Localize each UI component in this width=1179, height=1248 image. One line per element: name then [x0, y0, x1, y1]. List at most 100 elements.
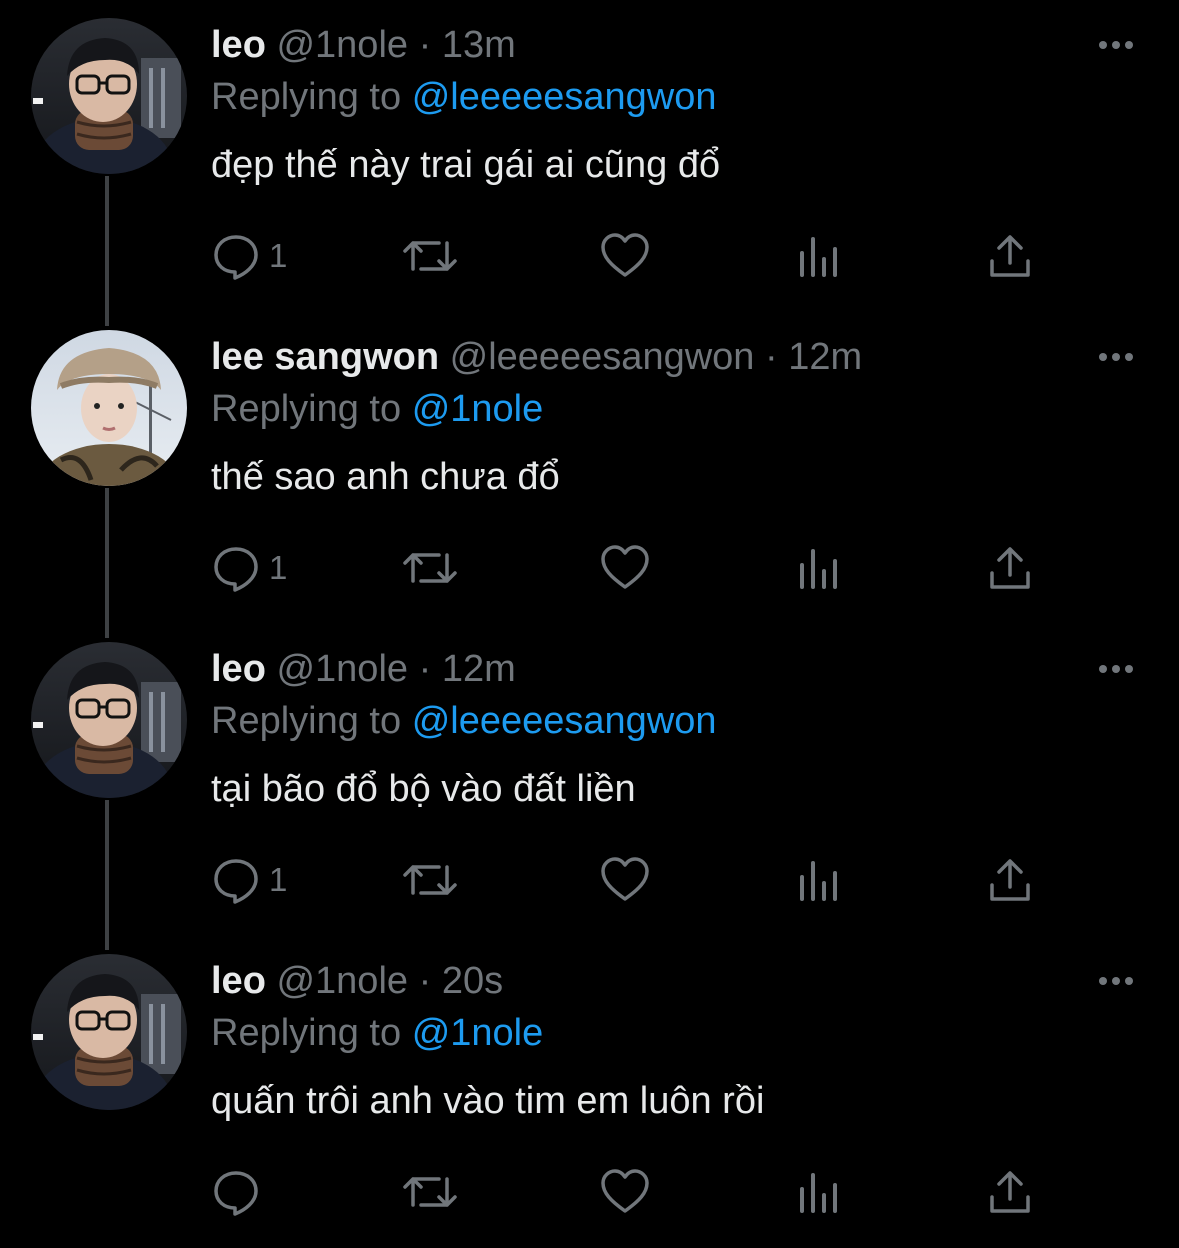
like-button[interactable]: [599, 852, 651, 908]
replying-to-label: Replying to: [211, 388, 402, 430]
more-options-button[interactable]: [1096, 966, 1136, 996]
replying-to-link[interactable]: @1nole: [412, 1012, 544, 1054]
separator-dot: ·: [418, 24, 432, 66]
retweet-icon: [403, 1177, 457, 1207]
more-horizontal-icon: [1099, 41, 1133, 49]
share-upload-icon: [990, 547, 1030, 589]
retweet-icon: [403, 865, 457, 895]
share-button[interactable]: [987, 1164, 1033, 1220]
tweet-actions: 1: [211, 228, 1071, 284]
more-options-button[interactable]: [1096, 654, 1136, 684]
timestamp[interactable]: 12m: [442, 648, 516, 690]
tweet-actions: [211, 1164, 1071, 1220]
user-handle[interactable]: @1nole: [276, 648, 408, 690]
avatar[interactable]: [31, 642, 187, 798]
more-options-button[interactable]: [1096, 342, 1136, 372]
replying-to-label: Replying to: [211, 76, 402, 118]
display-name[interactable]: lee sangwon: [211, 336, 439, 378]
replying-to-line: Replying to @leeeeesangwon: [211, 698, 717, 744]
reply-count: 1: [269, 237, 288, 274]
reply-count: 1: [269, 549, 288, 586]
tweet[interactable]: lee sangwon @leeeeesangwon · 12m Replyin…: [0, 312, 1179, 624]
tweet-text: đẹp thế này trai gái ai cũng đổ: [211, 144, 721, 186]
separator-dot: ·: [418, 960, 432, 1002]
tweet[interactable]: leo @1nole · 12m Replying to @leeeeesang…: [0, 624, 1179, 936]
separator-dot: ·: [765, 336, 778, 378]
retweet-button[interactable]: [401, 540, 459, 596]
tweet-actions: 1: [211, 540, 1071, 596]
retweet-button[interactable]: [401, 228, 459, 284]
reply-button[interactable]: 1: [211, 540, 287, 596]
reply-bubble-icon: [214, 235, 258, 280]
views-button[interactable]: [797, 228, 841, 284]
timestamp[interactable]: 13m: [442, 24, 516, 66]
avatar-leo-image: [31, 954, 187, 1110]
share-button[interactable]: [987, 540, 1033, 596]
heart-icon: [601, 1169, 649, 1213]
tweet-text: thế sao anh chưa đổ: [211, 456, 560, 498]
display-name[interactable]: leo: [211, 960, 266, 1002]
replying-to-line: Replying to @1nole: [211, 1010, 543, 1056]
separator-dot: ·: [418, 648, 432, 690]
avatar[interactable]: [31, 954, 187, 1110]
display-name[interactable]: leo: [211, 648, 266, 690]
views-bar-chart-icon: [800, 237, 837, 277]
timestamp[interactable]: 20s: [442, 960, 503, 1002]
share-button[interactable]: [987, 228, 1033, 284]
retweet-icon: [403, 553, 457, 583]
reply-button[interactable]: [211, 1164, 269, 1220]
heart-icon: [601, 857, 649, 901]
retweet-icon: [403, 241, 457, 271]
tweet-header: lee sangwon @leeeeesangwon · 12m: [211, 334, 862, 380]
views-button[interactable]: [797, 540, 841, 596]
tweet-text: quấn trôi anh vào tim em luôn rồi: [211, 1080, 765, 1122]
retweet-button[interactable]: [401, 1164, 459, 1220]
user-handle[interactable]: @leeeeesangwon: [450, 336, 755, 378]
like-button[interactable]: [599, 540, 651, 596]
avatar-leo-image: [31, 642, 187, 798]
tweet[interactable]: leo @1nole · 13m Replying to @leeeeesang…: [0, 0, 1179, 312]
timestamp[interactable]: 12m: [788, 336, 862, 378]
retweet-button[interactable]: [401, 852, 459, 908]
avatar-leo-image: [31, 18, 187, 174]
tweet-header: leo @1nole · 12m: [211, 646, 516, 692]
replying-to-link[interactable]: @leeeeesangwon: [412, 76, 717, 118]
reply-button[interactable]: 1: [211, 852, 287, 908]
tweet-header: leo @1nole · 20s: [211, 958, 503, 1004]
like-button[interactable]: [599, 228, 651, 284]
replying-to-line: Replying to @leeeeesangwon: [211, 74, 717, 120]
reply-count: 1: [269, 861, 288, 898]
user-handle[interactable]: @1nole: [276, 24, 408, 66]
views-button[interactable]: [797, 1164, 841, 1220]
user-handle[interactable]: @1nole: [276, 960, 408, 1002]
replying-to-link[interactable]: @1nole: [412, 388, 544, 430]
share-upload-icon: [990, 859, 1030, 901]
more-horizontal-icon: [1099, 977, 1133, 985]
reply-button[interactable]: 1: [211, 228, 287, 284]
tweet-actions: 1: [211, 852, 1071, 908]
tweet-header: leo @1nole · 13m: [211, 22, 516, 68]
reply-bubble-icon: [214, 859, 258, 904]
replying-to-link[interactable]: @leeeeesangwon: [412, 700, 717, 742]
more-horizontal-icon: [1099, 353, 1133, 361]
views-bar-chart-icon: [800, 861, 837, 901]
reply-bubble-icon: [214, 1171, 258, 1216]
share-button[interactable]: [987, 852, 1033, 908]
display-name[interactable]: leo: [211, 24, 266, 66]
heart-icon: [601, 545, 649, 589]
heart-icon: [601, 233, 649, 277]
views-bar-chart-icon: [800, 1173, 837, 1213]
avatar[interactable]: [31, 18, 187, 174]
share-upload-icon: [990, 235, 1030, 277]
more-options-button[interactable]: [1096, 30, 1136, 60]
share-upload-icon: [990, 1171, 1030, 1213]
tweet[interactable]: leo @1nole · 20s Replying to @1nole quấn…: [0, 936, 1179, 1248]
avatar[interactable]: [31, 330, 187, 486]
avatar-sangwon-image: [31, 330, 187, 486]
replying-to-line: Replying to @1nole: [211, 386, 543, 432]
more-horizontal-icon: [1099, 665, 1133, 673]
views-bar-chart-icon: [800, 549, 837, 589]
replying-to-label: Replying to: [211, 1012, 402, 1054]
like-button[interactable]: [599, 1164, 651, 1220]
views-button[interactable]: [797, 852, 841, 908]
